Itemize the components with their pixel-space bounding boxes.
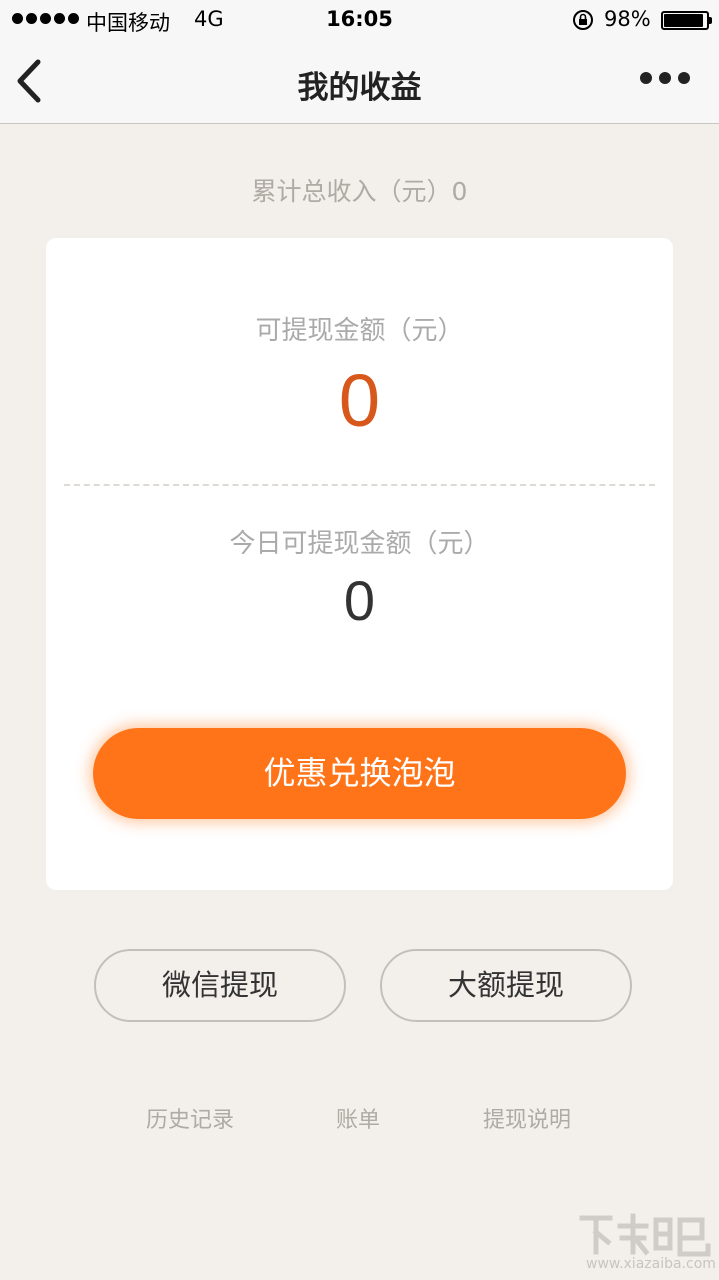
rotation-lock-icon — [573, 10, 593, 30]
wechat-withdraw-button[interactable]: 微信提现 — [94, 949, 346, 1022]
bill-link[interactable]: 账单 — [336, 1102, 380, 1134]
watermark-logo-icon — [579, 1213, 711, 1257]
large-withdraw-button[interactable]: 大额提现 — [380, 949, 632, 1022]
available-amount-label: 可提现金额（元） — [255, 316, 464, 346]
watermark-text: www.xiazaiba.com — [586, 1256, 716, 1272]
status-bar: 中国移动 4G 16:05 98% — [0, 0, 719, 40]
available-amount-value: 0 — [338, 359, 381, 442]
history-link[interactable]: 历史记录 — [146, 1102, 234, 1134]
battery-percent: 98% — [604, 7, 651, 31]
withdraw-help-link[interactable]: 提现说明 — [483, 1102, 571, 1134]
dashed-divider — [64, 484, 655, 486]
watermark-logo: www.xiazaiba.com — [576, 1212, 716, 1276]
today-amount-label: 今日可提现金额（元） — [229, 529, 490, 559]
total-income-label: 累计总收入（元）0 — [251, 177, 468, 206]
nav-bar: 我的收益 — [0, 40, 719, 124]
today-amount-value: 0 — [343, 569, 376, 632]
battery-icon — [661, 11, 712, 30]
earnings-card: 可提现金额（元） 0 今日可提现金额（元） 0 优惠兑换泡泡 — [46, 238, 673, 890]
exchange-bubbles-button[interactable]: 优惠兑换泡泡 — [93, 728, 626, 819]
page-title: 我的收益 — [297, 70, 422, 106]
more-dots-icon[interactable] — [640, 72, 690, 84]
